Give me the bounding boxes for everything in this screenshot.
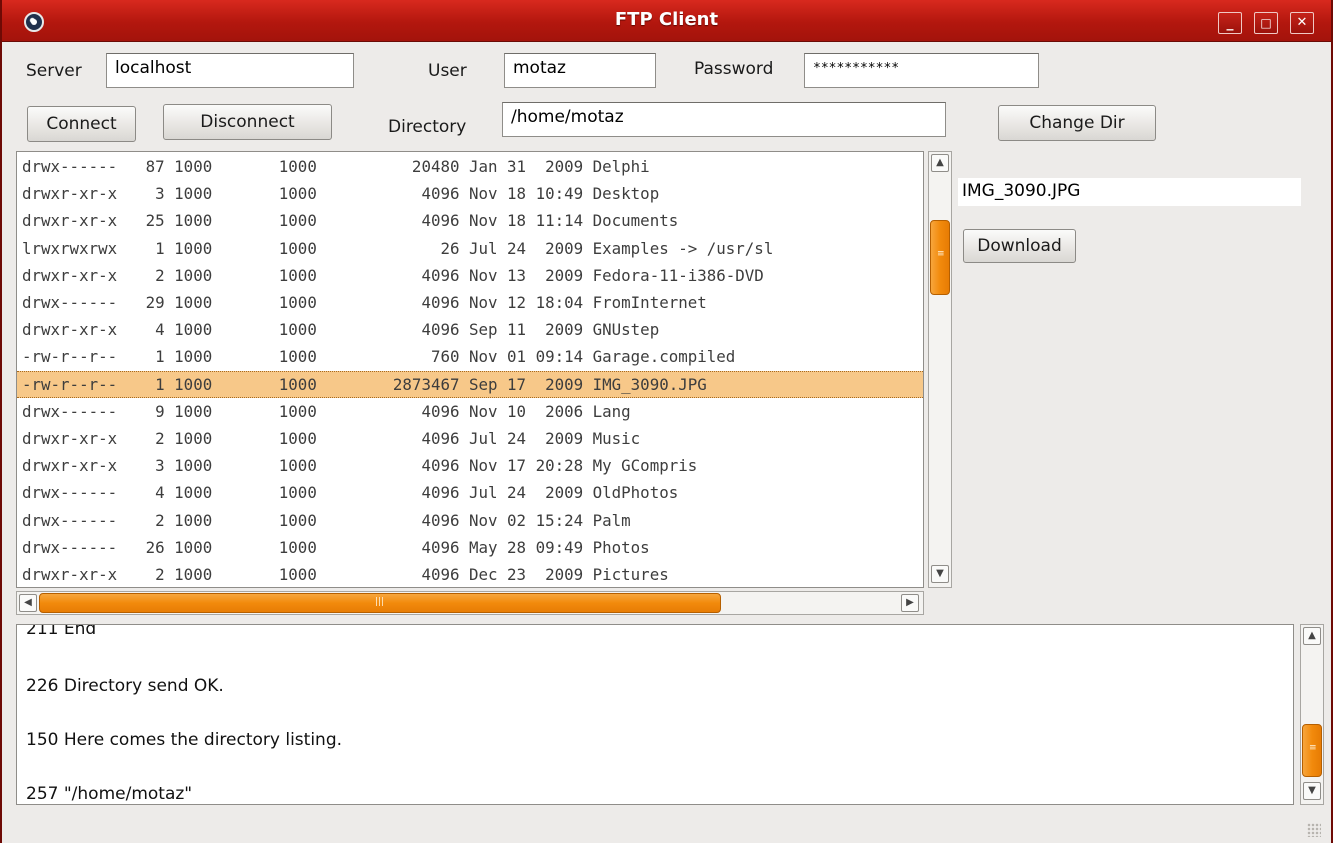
listing-row[interactable]: drwxr-xr-x 4 1000 1000 4096 Sep 11 2009 … [17, 316, 923, 343]
listing-row[interactable]: drwx------ 87 1000 1000 20480 Jan 31 200… [17, 153, 923, 180]
listing-row[interactable]: -rw-r--r-- 1 1000 1000 2873467 Sep 17 20… [17, 370, 923, 398]
scroll-left-icon[interactable]: ◀ [19, 594, 37, 612]
listing-hscroll-thumb[interactable]: ||| [39, 593, 721, 613]
download-button[interactable]: Download [963, 229, 1076, 263]
title-bar[interactable]: FTP Client _ □ ✕ [2, 0, 1331, 42]
listing-row[interactable]: drwxr-xr-x 2 1000 1000 4096 Dec 23 2009 … [17, 561, 923, 587]
listing-hscrollbar[interactable]: ◀ ||| ▶ [16, 591, 924, 615]
listing-row[interactable]: lrwxrwxrwx 1 1000 1000 26 Jul 24 2009 Ex… [17, 235, 923, 262]
connect-button[interactable]: Connect [27, 106, 136, 142]
server-input[interactable]: localhost [106, 53, 354, 88]
server-label: Server [26, 61, 82, 81]
listing-row[interactable]: drwxr-xr-x 2 1000 1000 4096 Jul 24 2009 … [17, 425, 923, 452]
app-window: FTP Client _ □ ✕ Server localhost User m… [0, 0, 1333, 843]
log-vscrollbar[interactable]: ▲ ≡ ▼ [1300, 624, 1324, 805]
window-title: FTP Client [614, 9, 719, 30]
listing-vscrollbar[interactable]: ▲ ≡ ▼ [928, 151, 952, 588]
close-button[interactable]: ✕ [1290, 12, 1314, 34]
listing-row[interactable]: -rw-r--r-- 1 1000 1000 760 Nov 01 09:14 … [17, 343, 923, 370]
log-line: 257 "/home/motaz" [26, 784, 193, 804]
listing-vscroll-thumb[interactable]: ≡ [930, 220, 950, 295]
scroll-down-icon[interactable]: ▼ [931, 565, 949, 583]
listing-row[interactable]: drwx------ 4 1000 1000 4096 Jul 24 2009 … [17, 479, 923, 506]
listing-row[interactable]: drwxr-xr-x 2 1000 1000 4096 Nov 13 2009 … [17, 262, 923, 289]
log-vscroll-thumb[interactable]: ≡ [1302, 724, 1322, 777]
scroll-right-icon[interactable]: ▶ [901, 594, 919, 612]
selected-file-field[interactable]: IMG_3090.JPG [958, 178, 1301, 206]
maximize-button[interactable]: □ [1254, 12, 1278, 34]
log-line: 211 End [26, 624, 97, 639]
directory-label: Directory [388, 117, 467, 137]
disconnect-button[interactable]: Disconnect [163, 104, 332, 140]
password-label: Password [694, 59, 774, 79]
minimize-button[interactable]: _ [1218, 12, 1242, 34]
resize-grip-icon[interactable] [1307, 823, 1321, 837]
log-output[interactable]: 211 End 226 Directory send OK. 150 Here … [16, 624, 1294, 805]
scroll-up-icon[interactable]: ▲ [1303, 627, 1321, 645]
listing-row[interactable]: drwxr-xr-x 3 1000 1000 4096 Nov 17 20:28… [17, 452, 923, 479]
log-line: 150 Here comes the directory listing. [26, 730, 343, 750]
scroll-down-icon[interactable]: ▼ [1303, 782, 1321, 800]
log-line: 226 Directory send OK. [26, 676, 224, 696]
change-dir-button[interactable]: Change Dir [998, 105, 1156, 141]
directory-input[interactable]: /home/motaz [502, 102, 946, 137]
user-input[interactable]: motaz [504, 53, 656, 88]
scroll-up-icon[interactable]: ▲ [931, 154, 949, 172]
listing-row[interactable]: drwx------ 26 1000 1000 4096 May 28 09:4… [17, 534, 923, 561]
listing-row[interactable]: drwx------ 9 1000 1000 4096 Nov 10 2006 … [17, 398, 923, 425]
listing-row[interactable]: drwxr-xr-x 25 1000 1000 4096 Nov 18 11:1… [17, 207, 923, 234]
listing-row[interactable]: drwx------ 29 1000 1000 4096 Nov 12 18:0… [17, 289, 923, 316]
listing-row[interactable]: drwxr-xr-x 3 1000 1000 4096 Nov 18 10:49… [17, 180, 923, 207]
user-label: User [428, 61, 467, 81]
password-input[interactable]: *********** [804, 53, 1039, 88]
directory-listing[interactable]: drwx------ 87 1000 1000 20480 Jan 31 200… [16, 151, 924, 588]
listing-row[interactable]: drwx------ 2 1000 1000 4096 Nov 02 15:24… [17, 507, 923, 534]
